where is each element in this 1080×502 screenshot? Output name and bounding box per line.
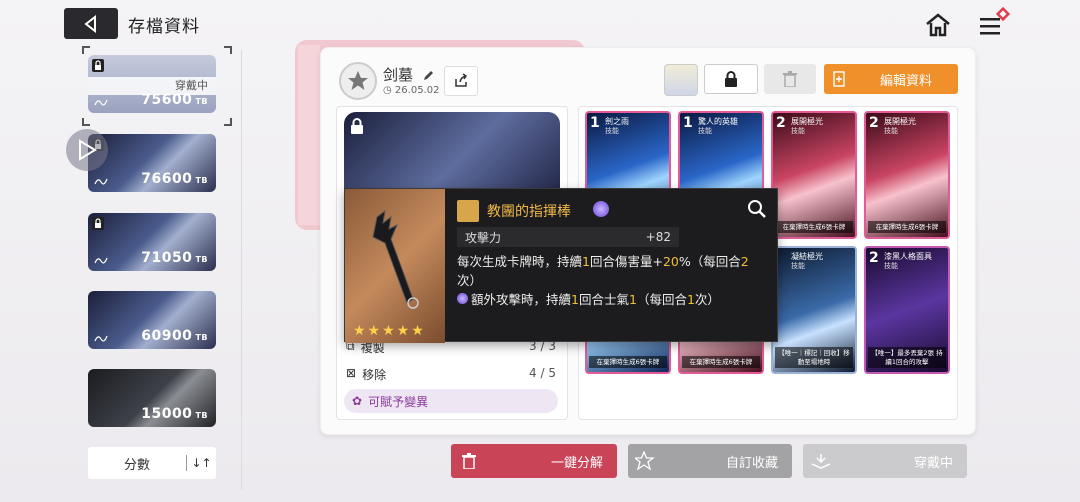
- edit-data-button[interactable]: 編輯資料: [824, 64, 958, 94]
- save-score: 76600 TB: [141, 171, 208, 187]
- sort-label: 分數: [123, 457, 150, 473]
- lock-icon: [351, 118, 363, 134]
- deck-card[interactable]: 凝結極光 技能 【唯一｜標記｜回收】移動至場地時: [771, 246, 857, 374]
- back-arrow-icon: [84, 14, 96, 33]
- lock-icon: [725, 71, 737, 87]
- sort-button[interactable]: 分數 ↓↑: [88, 447, 216, 479]
- swirl-small-icon: [457, 292, 468, 304]
- attack-stat: 攻擊力 +82: [457, 227, 679, 247]
- save-score: 60900 TB: [141, 328, 208, 344]
- weapon-card-art: [344, 112, 560, 192]
- trash-icon: [783, 71, 797, 87]
- wear-icon: [811, 454, 831, 469]
- deck-card[interactable]: 2 展開極光 技能 在棄擇時生成6張卡牌: [771, 111, 857, 239]
- share-button[interactable]: [444, 66, 478, 96]
- weapon-tooltip: ★★★★★ 教團的指揮棒 攻擊力 +82 每次生成卡牌時，持續1回合傷害量+20…: [344, 188, 778, 343]
- element-swirl-icon: [593, 201, 609, 217]
- star-edit-icon: [635, 451, 655, 471]
- baton-icon: [372, 209, 419, 309]
- deck-card[interactable]: 2 漆黑人格面具 技能 【唯一】最多丟棄2張 持續1回合的攻擊: [864, 246, 950, 374]
- save-slot-3[interactable]: 71050 TB: [88, 213, 216, 271]
- save-date: ◷ 26.05.02: [383, 85, 440, 96]
- save-score: 75600 TB: [141, 92, 208, 108]
- save-slot-5[interactable]: 15000 TB: [88, 369, 216, 427]
- wear-button[interactable]: 穿戴中: [803, 444, 967, 478]
- signature-icon: [94, 99, 108, 106]
- share-icon: [455, 73, 468, 87]
- clock-icon: ◷: [383, 85, 392, 96]
- weapon-title: 教團的指揮棒: [487, 204, 571, 220]
- save-slot-1[interactable]: 穿戴中 75600 TB: [88, 55, 216, 113]
- rarity-stars: ★★★★★: [353, 323, 426, 339]
- save-score: 71050 TB: [141, 250, 208, 266]
- remove-stat: ⊠ 移除 4 / 5: [346, 366, 556, 382]
- mutable-badge: ✿ 可賦予變異: [344, 389, 558, 413]
- edit-doc-icon: [833, 71, 845, 87]
- menu-icon[interactable]: [978, 6, 1014, 38]
- search-icon[interactable]: [747, 199, 767, 219]
- lock-icon: [92, 217, 104, 230]
- panel-side-strip: [298, 45, 320, 225]
- profile-emblem: [339, 62, 377, 100]
- side-play-icon[interactable]: [66, 129, 108, 171]
- custom-collection-button[interactable]: 自訂收藏: [628, 444, 792, 478]
- sort-order-icon[interactable]: ↓↑: [186, 455, 216, 471]
- save-name: 剑墓: [383, 64, 435, 85]
- signature-icon: [94, 178, 108, 185]
- deck-card[interactable]: 2 展開極光 技能 在棄擇時生成6張卡牌: [864, 111, 950, 239]
- lock-button[interactable]: [704, 64, 758, 94]
- save-slot-4[interactable]: 60900 TB: [88, 291, 216, 349]
- signature-icon: [94, 335, 108, 342]
- signature-icon: [94, 257, 108, 264]
- dismantle-button[interactable]: 一鍵分解: [451, 444, 617, 478]
- lock-icon: [92, 59, 104, 72]
- delete-button[interactable]: [764, 64, 816, 94]
- page-title: 存檔資料: [128, 17, 200, 37]
- mutation-icon: ✿: [352, 394, 363, 408]
- weapon-effect-text: 每次生成卡牌時，持續1回合傷害量+20%（每回合2次） 額外攻擊時，持續1回合士…: [457, 254, 749, 307]
- trash-icon: [462, 453, 476, 469]
- back-button[interactable]: [64, 8, 118, 39]
- weapon-type-icon: [457, 200, 479, 222]
- character-avatar[interactable]: [664, 64, 698, 96]
- save-slot-2[interactable]: 76600 TB: [88, 134, 216, 192]
- home-icon[interactable]: [924, 12, 952, 38]
- weapon-image: ★★★★★: [345, 189, 445, 343]
- remove-icon: ⊠: [346, 366, 357, 380]
- save-score: 15000 TB: [141, 406, 208, 422]
- edit-pencil-icon[interactable]: [422, 69, 435, 82]
